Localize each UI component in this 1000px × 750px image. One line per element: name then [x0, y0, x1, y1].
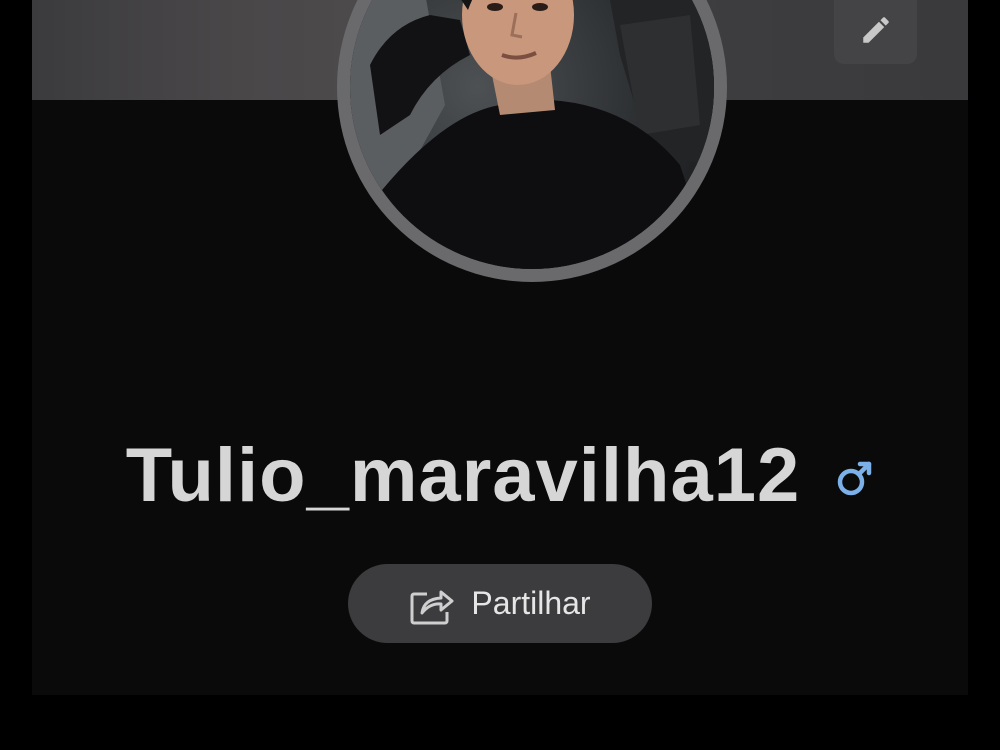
pencil-icon: [859, 13, 893, 52]
male-symbol-icon: [834, 459, 874, 499]
share-button[interactable]: Partilhar: [348, 564, 652, 643]
profile-screen: Tulio_maravilha12 Partilhar: [0, 0, 1000, 750]
share-arrow-icon: [409, 582, 455, 626]
edit-cover-button[interactable]: [834, 0, 917, 64]
username-row: Tulio_maravilha12: [32, 430, 968, 520]
avatar[interactable]: [350, 0, 714, 269]
avatar-photo: [350, 0, 714, 269]
share-label: Partilhar: [471, 585, 591, 621]
avatar-ring: [337, 0, 727, 282]
profile-card: Tulio_maravilha12 Partilhar: [32, 0, 968, 695]
username: Tulio_maravilha12: [125, 432, 801, 518]
